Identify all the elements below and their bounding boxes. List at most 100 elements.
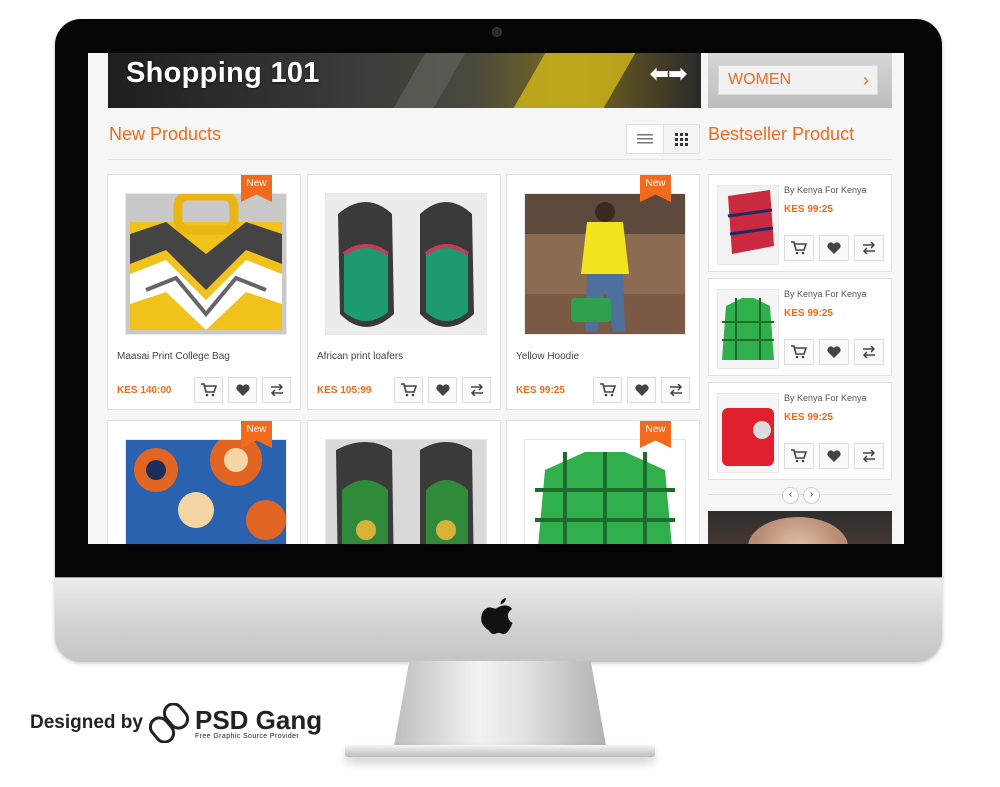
compare-button[interactable] [854, 443, 884, 469]
product-image-bag[interactable] [125, 193, 287, 335]
bestseller-vendor: By Kenya For Kenya [784, 185, 867, 195]
compare-icon [270, 384, 283, 396]
divider [108, 159, 702, 160]
credit-label: Designed by [30, 712, 143, 733]
promo-banner[interactable] [708, 511, 892, 544]
camera-icon [492, 27, 502, 37]
chevron-left-icon[interactable]: ‹ [782, 487, 799, 504]
monitor-stand [392, 661, 608, 757]
product-image-plaid-jacket[interactable] [524, 439, 686, 544]
hero-banner[interactable]: Shopping 101 ⬅➡ [108, 53, 701, 108]
screen: Shopping 101 ⬅➡ WOMEN › New Products Bes… [88, 53, 904, 544]
wishlist-button[interactable] [228, 377, 257, 403]
banner-title: Shopping 101 [126, 57, 320, 89]
bestseller-price: KES 99:25 [784, 204, 833, 215]
product-card[interactable]: New Maasai Print College Bag KES 140:00 [107, 174, 301, 410]
grid-view-button[interactable] [662, 125, 699, 153]
compare-button[interactable] [262, 377, 291, 403]
product-card[interactable] [307, 420, 501, 544]
view-toggle [626, 124, 700, 154]
product-card[interactable]: New [506, 420, 700, 544]
bestseller-pager: ‹ › [782, 487, 820, 504]
cart-icon [791, 449, 807, 463]
bestseller-actions [784, 339, 884, 365]
bestseller-price: KES 99:25 [784, 412, 833, 423]
product-card[interactable]: New Yellow Hoodie KES 99:25 [506, 174, 700, 410]
product-image-loafers[interactable] [325, 193, 487, 335]
cart-icon [400, 383, 417, 397]
heart-icon [827, 450, 841, 462]
cart-icon [791, 241, 807, 255]
apple-logo-icon [481, 598, 513, 635]
bestseller-image-jacket[interactable] [717, 289, 779, 369]
bestseller-item[interactable]: By Kenya For Kenya KES 99:25 [708, 174, 892, 272]
wishlist-button[interactable] [819, 235, 849, 261]
wishlist-button[interactable] [627, 377, 656, 403]
product-image-print-fabric[interactable] [125, 439, 287, 544]
chain-link-logo-icon [148, 703, 189, 743]
wishlist-button[interactable] [819, 339, 849, 365]
compare-icon [862, 450, 876, 462]
compare-icon [669, 384, 682, 396]
list-icon [636, 134, 653, 144]
add-to-cart-button[interactable] [784, 443, 814, 469]
compare-button[interactable] [462, 377, 491, 403]
add-to-cart-button[interactable] [784, 235, 814, 261]
banner-decor [384, 53, 472, 108]
banner-decor [504, 53, 642, 108]
bestseller-item[interactable]: By Kenya For Kenya KES 99:25 [708, 382, 892, 480]
compare-button[interactable] [854, 235, 884, 261]
product-price: KES 105:99 [317, 385, 372, 396]
cart-icon [200, 383, 217, 397]
bestseller-item[interactable]: By Kenya For Kenya KES 99:25 [708, 278, 892, 376]
bestseller-image-red-bag[interactable] [717, 393, 779, 473]
product-actions [194, 377, 291, 403]
bestseller-vendor: By Kenya For Kenya [784, 393, 867, 403]
compare-icon [862, 346, 876, 358]
chevron-right-icon: › [863, 70, 869, 90]
product-image-shoes[interactable] [325, 439, 487, 544]
wishlist-button[interactable] [819, 443, 849, 469]
product-name[interactable]: Maasai Print College Bag [117, 351, 230, 362]
grid-icon [674, 132, 688, 146]
cart-icon [599, 383, 616, 397]
list-view-button[interactable] [627, 125, 663, 153]
side-banner: WOMEN › [708, 53, 892, 108]
add-to-cart-button[interactable] [394, 377, 423, 403]
women-button-label: WOMEN [728, 71, 792, 88]
compare-button[interactable] [661, 377, 690, 403]
bestseller-image-bag[interactable] [717, 185, 779, 265]
chevron-right-icon[interactable]: › [803, 487, 820, 504]
women-button[interactable]: WOMEN › [718, 65, 878, 95]
product-card[interactable]: African print loafers KES 105:99 [307, 174, 501, 410]
brand-name: PSD Gang [194, 704, 323, 735]
divider [708, 159, 892, 160]
product-name[interactable]: African print loafers [317, 351, 403, 362]
product-name[interactable]: Yellow Hoodie [516, 351, 579, 362]
add-to-cart-button[interactable] [593, 377, 622, 403]
bestseller-actions [784, 235, 884, 261]
heart-icon [827, 346, 841, 358]
promo-image [748, 517, 848, 544]
compare-icon [470, 384, 483, 396]
monitor-stand-base [345, 745, 655, 757]
add-to-cart-button[interactable] [784, 339, 814, 365]
wishlist-button[interactable] [428, 377, 457, 403]
banner-arrows-icon[interactable]: ⬅➡ [650, 61, 687, 87]
compare-icon [862, 242, 876, 254]
brand-tagline: Free Graphic Source Provider [194, 732, 300, 740]
compare-button[interactable] [854, 339, 884, 365]
bestseller-vendor: By Kenya For Kenya [784, 289, 867, 299]
add-to-cart-button[interactable] [194, 377, 223, 403]
designer-credit: Designed by PSD Gang Free Graphic Source… [30, 703, 322, 743]
product-image-hoodie[interactable] [524, 193, 686, 335]
product-actions [593, 377, 690, 403]
product-card[interactable]: New [107, 420, 301, 544]
new-products-title: New Products [109, 124, 222, 144]
product-actions [394, 377, 491, 403]
bestseller-actions [784, 443, 884, 469]
heart-icon [435, 384, 450, 396]
brand: PSD Gang Free Graphic Source Provider [195, 707, 322, 740]
bestseller-price: KES 99:25 [784, 308, 833, 319]
product-price: KES 99:25 [516, 385, 565, 396]
